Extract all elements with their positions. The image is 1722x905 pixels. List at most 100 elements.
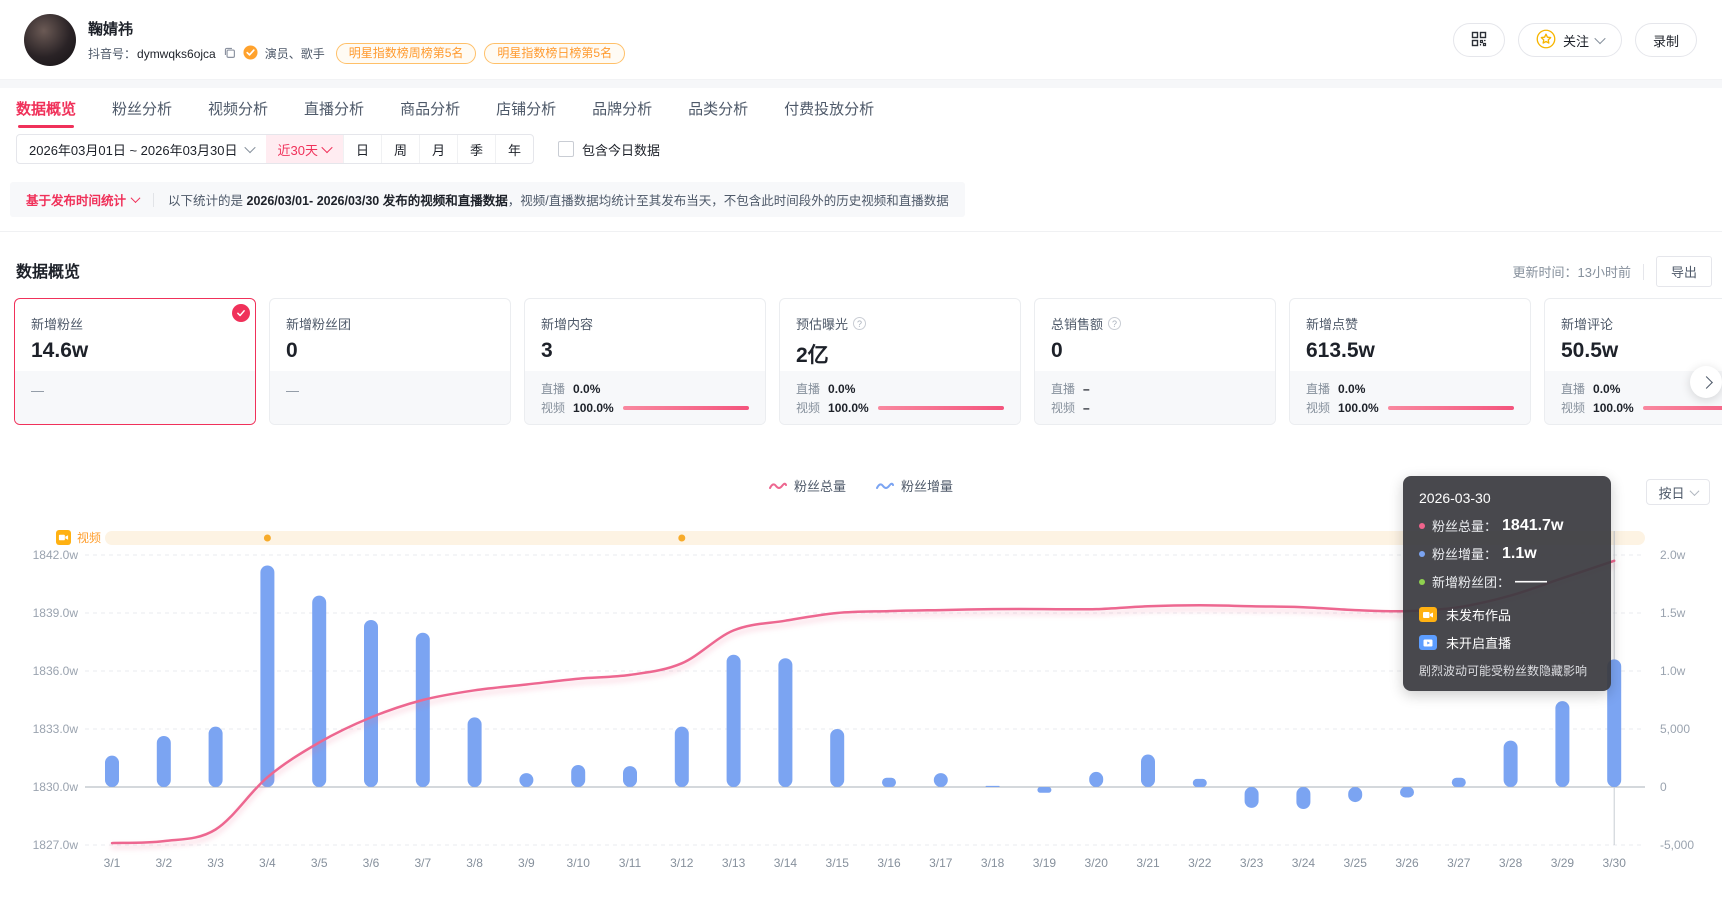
fans-increment-bar[interactable] — [1245, 787, 1259, 808]
cards-next-button[interactable] — [1690, 366, 1722, 398]
fans-increment-bar[interactable] — [1504, 741, 1518, 787]
breakdown-label: 直播 — [1306, 380, 1330, 397]
legend-item-粉丝增量[interactable]: 粉丝增量 — [876, 476, 953, 495]
fans-increment-bar[interactable] — [986, 786, 1000, 787]
fans-increment-bar[interactable] — [1296, 787, 1310, 809]
x-tick-label: 3/9 — [518, 856, 535, 870]
fans-increment-bar[interactable] — [882, 778, 896, 787]
breakdown-label: 直播 — [541, 380, 565, 397]
tab-数据概览[interactable]: 数据概览 — [16, 88, 76, 128]
x-tick-label: 3/7 — [414, 856, 431, 870]
tooltip-series-dot — [1419, 523, 1425, 529]
stat-card-value: 14.6w — [31, 339, 239, 363]
period-option-月[interactable]: 月 — [419, 135, 457, 163]
tab-商品分析[interactable]: 商品分析 — [400, 88, 460, 128]
include-today-label: 包含今日数据 — [582, 140, 660, 159]
fans-increment-bar[interactable] — [830, 729, 844, 787]
stat-basis-selector[interactable]: 基于发布时间统计 — [26, 190, 139, 209]
fans-increment-bar[interactable] — [468, 717, 482, 787]
tab-品类分析[interactable]: 品类分析 — [688, 88, 748, 128]
help-icon[interactable] — [1108, 317, 1121, 330]
tooltip-series-dot — [1419, 579, 1425, 585]
fans-total-line[interactable] — [112, 561, 1614, 843]
tab-直播分析[interactable]: 直播分析 — [304, 88, 364, 128]
tab-粉丝分析[interactable]: 粉丝分析 — [112, 88, 172, 128]
right-axis-tick: 0 — [1660, 780, 1667, 794]
divider — [153, 193, 154, 207]
fans-increment-bar[interactable] — [260, 565, 274, 787]
quick-range-dropdown[interactable]: 近30天 — [266, 135, 343, 163]
tab-店铺分析[interactable]: 店铺分析 — [496, 88, 556, 128]
fans-increment-bar[interactable] — [571, 765, 585, 787]
fans-increment-bar[interactable] — [1193, 779, 1207, 787]
qr-code-button[interactable] — [1453, 23, 1505, 57]
fans-increment-bar[interactable] — [157, 736, 171, 787]
stat-card-总销售额[interactable]: 总销售额0直播–视频– — [1034, 298, 1276, 425]
tab-视频分析[interactable]: 视频分析 — [208, 88, 268, 128]
stat-card-新增内容[interactable]: 新增内容3直播0.0%视频100.0% — [524, 298, 766, 425]
rank-badge: 明星指数榜日榜第5名 — [484, 43, 625, 64]
breakdown-label: 直播 — [796, 380, 820, 397]
help-icon[interactable] — [853, 317, 866, 330]
x-tick-label: 3/23 — [1240, 856, 1264, 870]
stat-card-value: 3 — [541, 339, 749, 363]
fans-increment-bar[interactable] — [934, 773, 948, 787]
legend-item-粉丝总量[interactable]: 粉丝总量 — [769, 476, 846, 495]
fans-increment-bar[interactable] — [364, 620, 378, 787]
fans-increment-bar[interactable] — [416, 633, 430, 787]
tab-品牌分析[interactable]: 品牌分析 — [592, 88, 652, 128]
tooltip-series-dot — [1419, 551, 1425, 557]
stat-card-新增粉丝团[interactable]: 新增粉丝团0— — [269, 298, 511, 425]
video-marker-dot[interactable] — [678, 535, 685, 542]
right-axis-tick: 5,000 — [1660, 722, 1690, 736]
stat-card-新增评论[interactable]: 新增评论50.5w直播0.0%视频100.0% — [1544, 298, 1722, 425]
period-option-日[interactable]: 日 — [343, 135, 381, 163]
fans-increment-bar[interactable] — [675, 727, 689, 787]
fans-increment-bar[interactable] — [1400, 787, 1414, 797]
tab-付费投放分析[interactable]: 付费投放分析 — [784, 88, 874, 128]
date-range-picker[interactable]: 2026年03月01日 ~ 2026年03月30日 — [17, 135, 266, 163]
fans-increment-bar[interactable] — [1037, 787, 1051, 793]
stat-card-dash: — — [286, 379, 494, 398]
breakdown-row-video: 视频100.0% — [1306, 398, 1514, 417]
copy-icon[interactable] — [223, 46, 236, 62]
period-option-季[interactable]: 季 — [457, 135, 495, 163]
stat-card-value: 0 — [1051, 339, 1259, 363]
period-option-年[interactable]: 年 — [495, 135, 533, 163]
granularity-select[interactable]: 按日 — [1646, 479, 1710, 505]
follow-button[interactable]: 关注 — [1518, 23, 1622, 57]
fans-increment-bar[interactable] — [1452, 778, 1466, 787]
stat-card-label: 新增评论 — [1561, 314, 1722, 333]
include-today-checkbox[interactable] — [558, 141, 574, 157]
fans-increment-bar[interactable] — [1555, 701, 1569, 787]
stat-card-预估曝光[interactable]: 预估曝光2亿直播0.0%视频100.0% — [779, 298, 1021, 425]
breakdown-value: 100.0% — [573, 401, 615, 415]
tooltip-metric-value: 1.1w — [1502, 545, 1537, 563]
stat-card-新增点赞[interactable]: 新增点赞613.5w直播0.0%视频100.0% — [1289, 298, 1531, 425]
fans-increment-bar[interactable] — [519, 773, 533, 787]
occupation-label: 演员、歌手 — [265, 45, 325, 62]
stat-card-新增粉丝[interactable]: 新增粉丝14.6w— — [14, 298, 256, 425]
douyin-id-label: 抖音号： — [88, 45, 136, 62]
header-divider — [0, 80, 1722, 88]
fans-increment-bar[interactable] — [1141, 755, 1155, 787]
export-button[interactable]: 导出 — [1656, 256, 1712, 287]
fans-increment-bar[interactable] — [209, 727, 223, 787]
video-marker-dot[interactable] — [264, 535, 271, 542]
fans-increment-bar[interactable] — [778, 658, 792, 787]
fans-increment-bar[interactable] — [1348, 787, 1362, 802]
x-tick-label: 3/24 — [1292, 856, 1316, 870]
tooltip-date: 2026-03-30 — [1419, 490, 1595, 506]
stat-basis-label: 基于发布时间统计 — [26, 190, 126, 209]
x-tick-label: 3/26 — [1395, 856, 1419, 870]
fans-increment-bar[interactable] — [623, 766, 637, 787]
stat-card-label: 新增粉丝 — [31, 314, 239, 333]
fans-increment-bar[interactable] — [105, 756, 119, 787]
period-option-周[interactable]: 周 — [381, 135, 419, 163]
fans-increment-bar[interactable] — [1089, 772, 1103, 787]
record-button[interactable]: 录制 — [1635, 23, 1697, 57]
avatar[interactable] — [24, 14, 76, 66]
fans-increment-bar[interactable] — [727, 655, 741, 787]
fans-increment-bar[interactable] — [312, 596, 326, 787]
tooltip-flag-text: 未发布作品 — [1446, 605, 1511, 624]
